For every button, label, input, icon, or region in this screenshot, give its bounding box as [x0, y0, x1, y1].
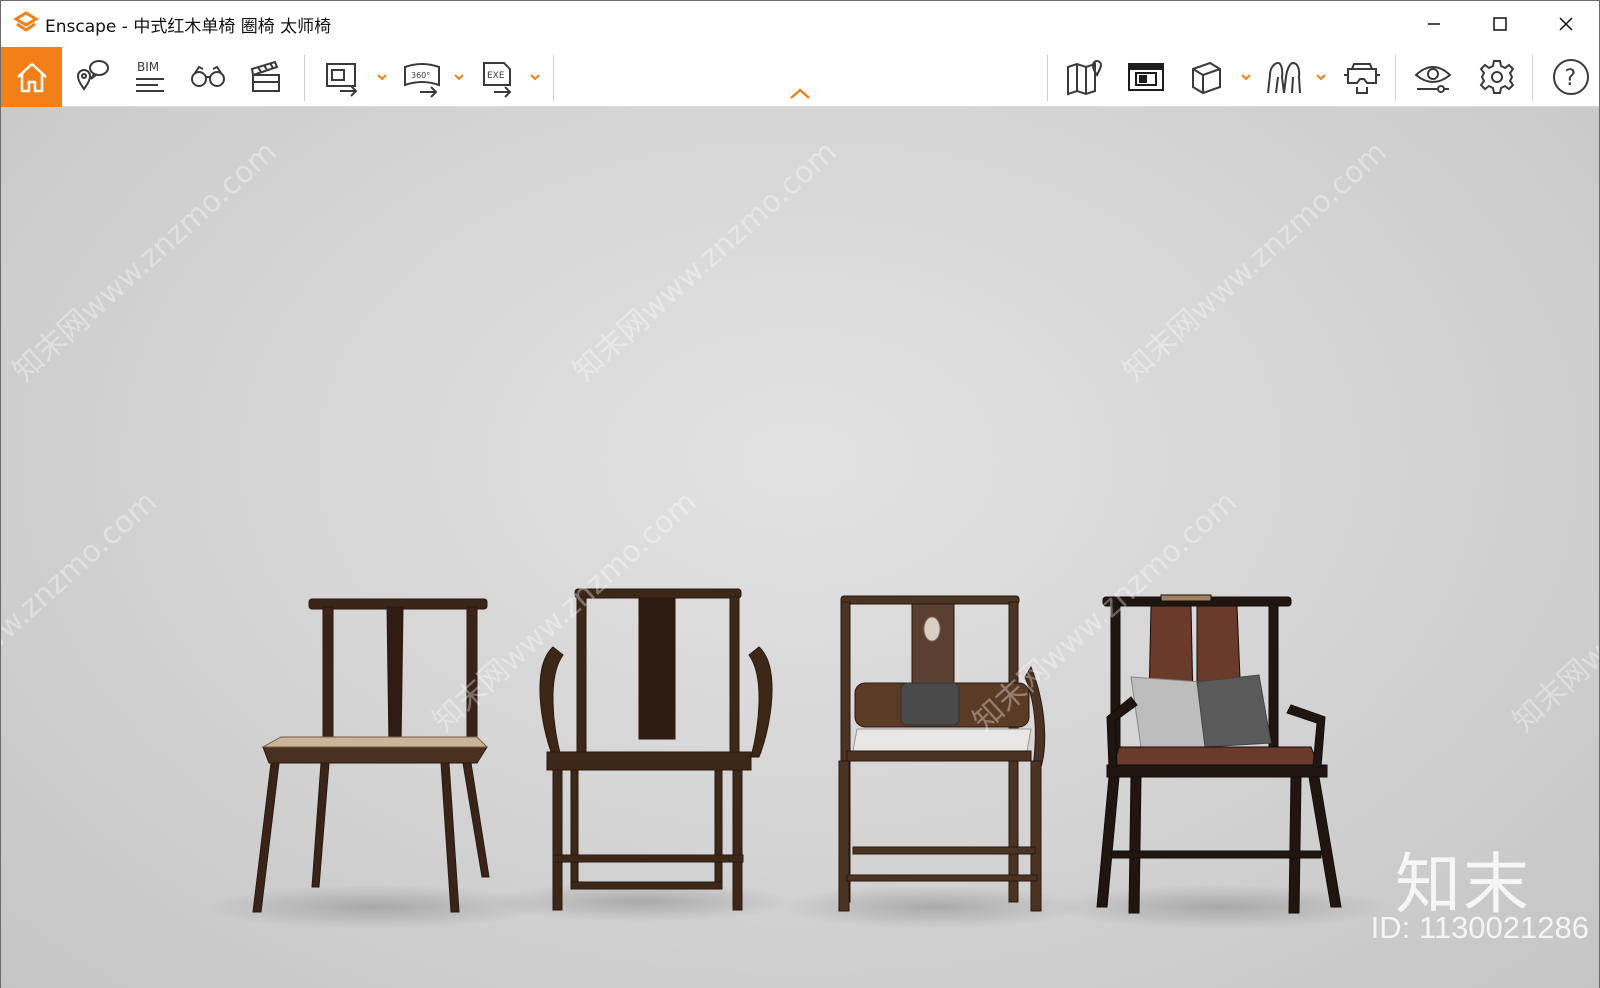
render-export-icon: [326, 63, 358, 97]
screenshot-export-button[interactable]: [313, 47, 371, 107]
maximize-button[interactable]: [1467, 1, 1533, 47]
bim-button[interactable]: BIM: [121, 47, 179, 107]
panorama-360-export-icon: 360°: [404, 63, 440, 98]
asset-library-icon: [1267, 61, 1301, 94]
enscape-window: Enscape - 中式红木单椅 圈椅 太师椅 BIM 360° EXE ? 知…: [0, 0, 1600, 988]
exe-label: EXE: [487, 71, 505, 81]
home-icon: [16, 62, 47, 93]
chair-1-image: [252, 598, 490, 913]
home-button[interactable]: [1, 47, 62, 107]
walk-mode-button[interactable]: [179, 47, 237, 107]
image-id-label: ID: 1130021286: [1370, 910, 1589, 945]
title-app-name: Enscape: [45, 17, 117, 37]
settings-gear-icon: [1479, 60, 1515, 94]
chair-scene: [206, 588, 1389, 929]
vr-button[interactable]: [1333, 47, 1391, 107]
panorama-export-button[interactable]: 360°: [393, 47, 451, 107]
views-button[interactable]: [1117, 47, 1175, 107]
visual-settings-button[interactable]: [1404, 47, 1462, 107]
favorite-views-button[interactable]: [63, 47, 121, 107]
minimize-button[interactable]: [1401, 1, 1467, 47]
settings-button[interactable]: [1468, 47, 1526, 107]
title-separator: -: [116, 17, 134, 37]
visual-settings-icon: [1414, 66, 1452, 93]
help-button[interactable]: ?: [1542, 47, 1600, 107]
help-icon: ?: [1553, 59, 1589, 95]
asset-library-button[interactable]: [1255, 47, 1313, 107]
toolbar-separator: [1395, 55, 1396, 101]
enscape-logo-icon: [13, 11, 39, 32]
window-title: Enscape - 中式红木单椅 圈椅 太师椅: [45, 12, 331, 37]
location-pin-icon: [76, 60, 109, 91]
map-icon: [1067, 60, 1103, 96]
collapse-toolbar-icon[interactable]: [787, 85, 813, 103]
chair-3-image: [838, 595, 1046, 912]
maximize-icon: [1493, 17, 1507, 31]
cube-icon: [1192, 61, 1221, 95]
panorama-export-dropdown[interactable]: [452, 69, 466, 83]
panorama-360-label: 360°: [411, 71, 430, 80]
title-bar[interactable]: Enscape - 中式红木单椅 圈椅 太师椅: [1, 1, 1599, 47]
chevron-down-icon: [377, 74, 387, 81]
minimize-icon: [1428, 23, 1440, 25]
close-button[interactable]: [1533, 1, 1599, 47]
toolbar-separator: [1532, 55, 1533, 101]
chair-2-image: [539, 588, 773, 911]
toolbar-separator: [553, 55, 554, 101]
chevron-down-icon: [454, 74, 464, 81]
render-viewport[interactable]: 知末网www.znzmo.com 知末网www.znzmo.com 知末网www…: [1, 107, 1599, 988]
exe-export-icon: EXE: [483, 62, 512, 98]
exe-export-dropdown[interactable]: [528, 69, 542, 83]
bim-label: BIM: [137, 60, 159, 74]
chevron-down-icon: [530, 74, 540, 81]
vr-headset-icon: [1344, 63, 1380, 94]
binoculars-icon: [191, 65, 225, 87]
toolbar-separator: [1047, 55, 1048, 101]
toolbar-separator: [304, 55, 305, 101]
chair-4-image: [1096, 594, 1342, 914]
chevron-down-icon: [1316, 74, 1326, 81]
clapperboard-icon: [250, 60, 280, 92]
map-button[interactable]: [1056, 47, 1114, 107]
view-management-icon: [1128, 63, 1164, 91]
cube-dropdown[interactable]: [1239, 69, 1253, 83]
video-editor-button[interactable]: [237, 47, 295, 107]
exe-export-button[interactable]: EXE: [469, 47, 527, 107]
bim-icon: BIM: [136, 60, 164, 92]
help-label: ?: [1565, 66, 1577, 91]
title-document-name: 中式红木单椅 圈椅 太师椅: [133, 17, 332, 37]
main-toolbar: BIM 360° EXE ?: [1, 47, 1599, 107]
chevron-down-icon: [1241, 74, 1251, 81]
screenshot-export-dropdown[interactable]: [375, 69, 389, 83]
cube-button[interactable]: [1177, 47, 1235, 107]
close-icon: [1559, 17, 1573, 31]
asset-library-dropdown[interactable]: [1314, 69, 1328, 83]
